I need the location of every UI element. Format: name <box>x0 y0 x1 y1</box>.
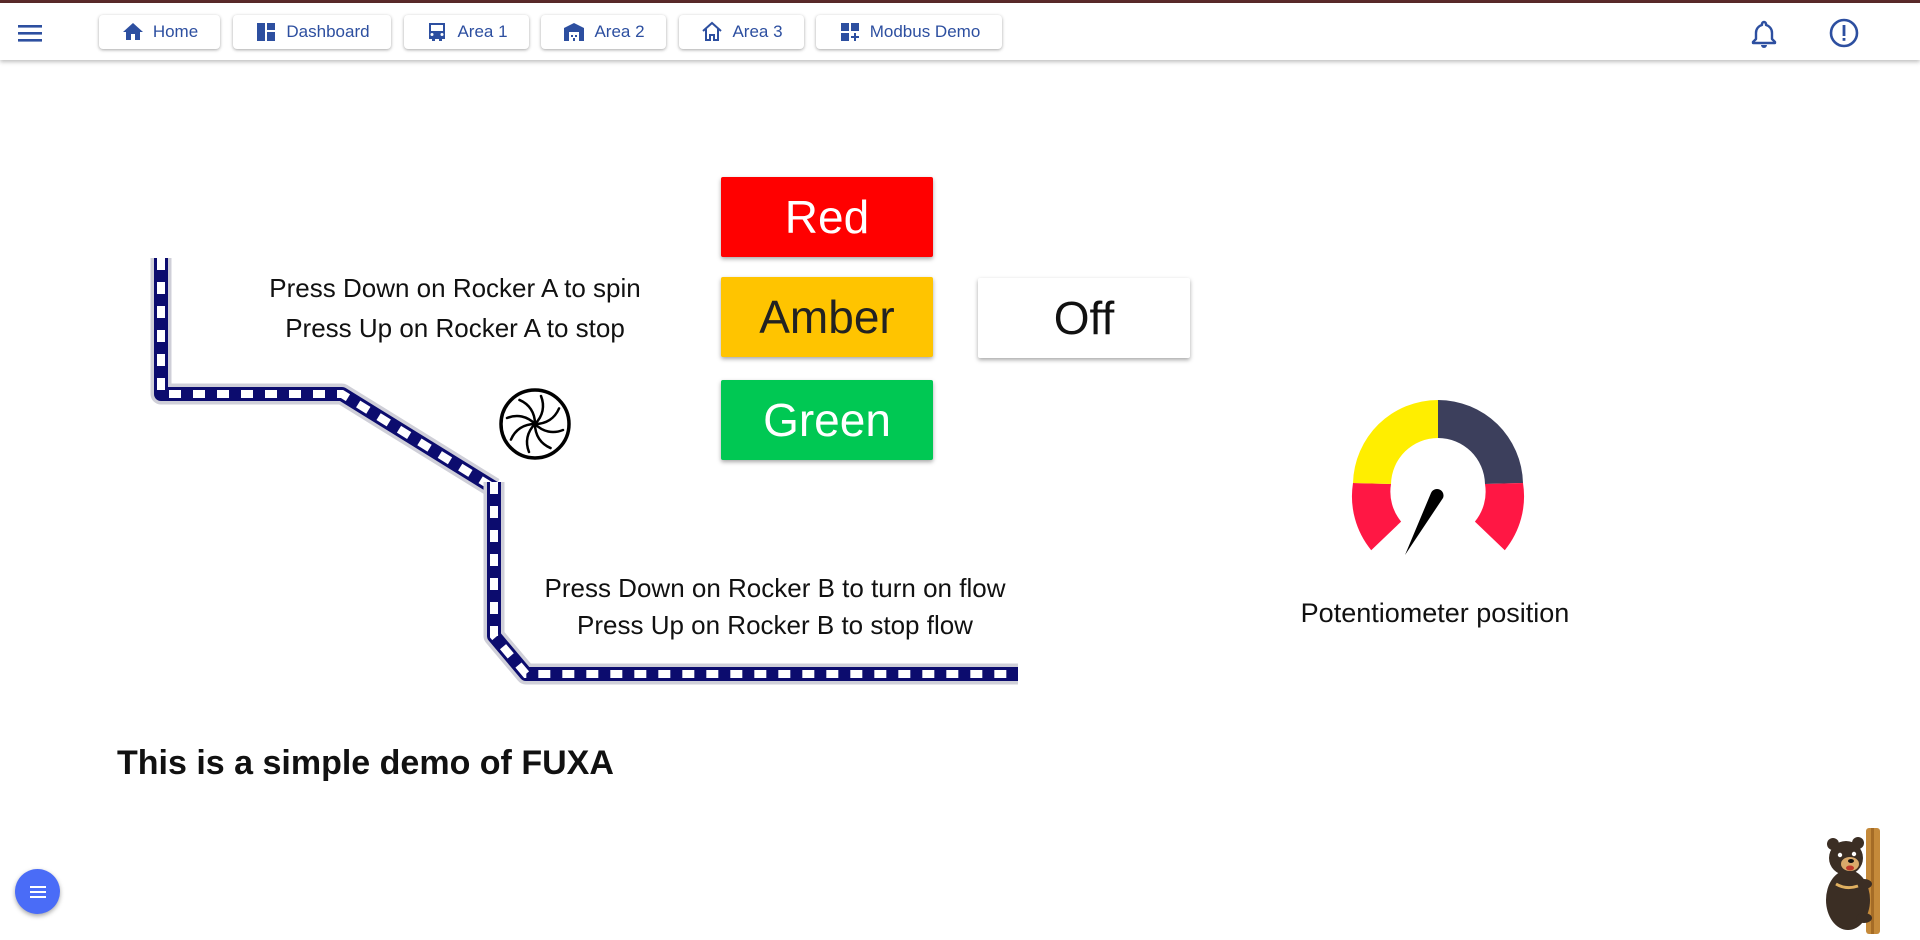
gauge-needle <box>1405 489 1444 555</box>
red-lamp: Red <box>721 177 933 257</box>
potentiometer-label: Potentiometer position <box>1300 598 1570 628</box>
floating-menu-button[interactable] <box>15 869 60 914</box>
gauge-band-mid <box>1353 400 1438 484</box>
fan-icon <box>499 388 571 460</box>
potentiometer-gauge <box>1351 400 1525 555</box>
gauge-band-high <box>1438 400 1523 484</box>
rocker-a-line-1: Press Down on Rocker A to spin <box>269 273 641 303</box>
rocker-b-line-1: Press Down on Rocker B to turn on flow <box>544 573 1006 603</box>
green-lamp: Green <box>721 380 933 460</box>
amber-lamp: Amber <box>721 277 933 357</box>
page-title: This is a simple demo of FUXA <box>117 744 614 782</box>
rocker-a-line-2: Press Up on Rocker A to stop <box>285 313 625 343</box>
green-lamp-label: Green <box>763 394 891 446</box>
lamp-status-label: Off <box>1053 292 1115 344</box>
pipe-diagram <box>150 258 1018 685</box>
gauge-band-max <box>1474 483 1525 551</box>
amber-lamp-label: Amber <box>759 291 895 343</box>
rocker-b-instructions: Press Down on Rocker B to turn on flow P… <box>525 570 1025 644</box>
gauge-band-low <box>1351 483 1402 551</box>
lamp-status-display: Off <box>978 278 1190 358</box>
rocker-a-instructions: Press Down on Rocker A to spin Press Up … <box>245 268 665 348</box>
red-lamp-label: Red <box>784 191 870 243</box>
rocker-b-line-2: Press Up on Rocker B to stop flow <box>577 610 973 640</box>
bear-mascot-icon <box>1826 828 1880 934</box>
list-icon <box>29 885 46 898</box>
